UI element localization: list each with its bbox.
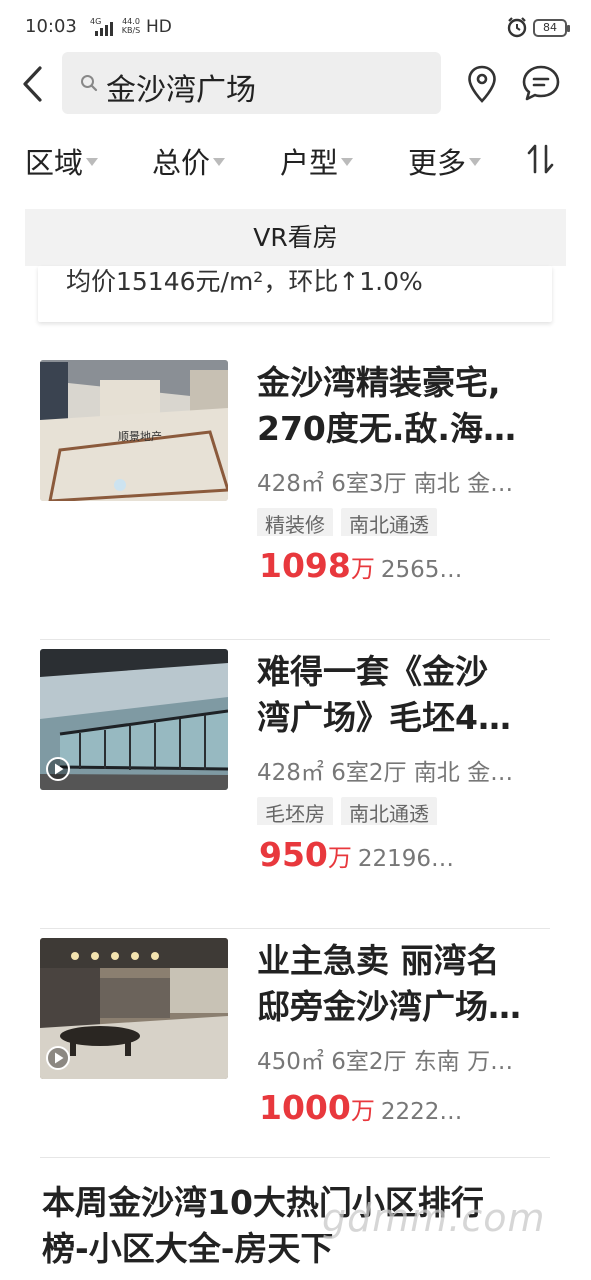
play-video-icon[interactable] xyxy=(45,756,71,782)
total-price: 1000 xyxy=(259,1088,351,1127)
total-price: 1098 xyxy=(259,546,351,585)
caret-down-icon xyxy=(469,158,482,166)
listing-title-line: 270度无.敌.海… xyxy=(257,409,516,448)
filter-layout-label: 户型 xyxy=(280,146,339,180)
back-icon[interactable] xyxy=(18,64,52,104)
listing-info: 450㎡ 6室2厅 东南 万… xyxy=(257,1049,514,1075)
listing-thumbnail xyxy=(40,649,228,790)
unit-price: 2222… xyxy=(380,1099,463,1125)
price-unit: 万 xyxy=(350,1097,375,1125)
filter-total-price[interactable]: 总价 xyxy=(152,140,226,182)
status-bar: 10:03 4G 44.0 KB/S HD 84 xyxy=(0,0,591,56)
status-time: 10:03 xyxy=(25,16,77,37)
listing-info: 428㎡ 6室3厅 南北 金… xyxy=(257,471,514,497)
signal-icon xyxy=(95,22,113,36)
price-trend-text: 均价15146元/m²，环比↑1.0% xyxy=(66,267,423,296)
caret-down-icon xyxy=(213,158,226,166)
filter-layout[interactable]: 户型 xyxy=(280,140,354,182)
price-row: 1000万 2222… xyxy=(259,1088,462,1127)
price-trend-card[interactable]: 均价15146元/m²，环比↑1.0% xyxy=(38,266,552,322)
filter-bar: 区域 总价 户型 更多 xyxy=(0,132,591,188)
listing-title: 难得一套《金沙 湾广场》毛坯4… xyxy=(257,649,550,741)
search-query: 金沙湾广场 xyxy=(106,73,256,108)
watermark: gdmm.com xyxy=(322,1196,546,1240)
listing-title-line: 湾广场》毛坯4… xyxy=(257,698,511,737)
listing-tags: 精装修 南北通透 xyxy=(257,508,445,536)
price-row: 1098万 2565… xyxy=(259,546,462,585)
price-unit: 万 xyxy=(350,555,375,583)
hd-indicator: HD xyxy=(146,17,172,37)
listing-item[interactable]: 顺景地产 金沙湾精装豪宅, 270度无.敌.海… 428㎡ 6室3厅 南北 金…… xyxy=(40,360,550,640)
tag: 南北通透 xyxy=(341,508,437,536)
listing-info: 428㎡ 6室2厅 南北 金… xyxy=(257,760,514,786)
tag: 精装修 xyxy=(257,508,333,536)
filter-region[interactable]: 区域 xyxy=(25,140,99,182)
listing-title-line: 邸旁金沙湾广场… xyxy=(257,987,521,1026)
filter-region-label: 区域 xyxy=(25,146,84,180)
listing-item[interactable]: 难得一套《金沙 湾广场》毛坯4… 428㎡ 6室2厅 南北 金… 毛坯房 南北通透… xyxy=(40,649,550,929)
listing-title-line: 难得一套《金沙 xyxy=(257,652,488,691)
unit-price: 2565… xyxy=(380,557,463,583)
speed-unit: KB/S xyxy=(121,26,141,35)
tag: 毛坯房 xyxy=(257,797,333,825)
price-unit: 万 xyxy=(327,844,352,872)
divider xyxy=(40,928,550,929)
thumbnail-caption: 顺景地产 xyxy=(118,430,162,443)
unit-price: 22196… xyxy=(357,846,455,872)
caret-down-icon xyxy=(341,158,354,166)
listing-title: 业主急卖 丽湾名 邸旁金沙湾广场… xyxy=(257,938,550,1030)
search-input[interactable]: 金沙湾广场 xyxy=(62,52,441,114)
tag: 南北通透 xyxy=(341,797,437,825)
listing-thumbnail: 顺景地产 xyxy=(40,360,228,501)
caret-down-icon xyxy=(86,158,99,166)
divider xyxy=(40,639,550,640)
listing-tags: 毛坯房 南北通透 xyxy=(257,797,445,825)
speed-value: 44.0 xyxy=(122,17,140,26)
divider xyxy=(40,1157,550,1158)
filter-total-price-label: 总价 xyxy=(152,146,211,180)
message-icon[interactable] xyxy=(521,64,561,102)
listing-item[interactable]: 业主急卖 丽湾名 邸旁金沙湾广场… 450㎡ 6室2厅 东南 万… 1000万 2… xyxy=(40,938,550,1218)
battery-indicator: 84 xyxy=(533,19,570,37)
play-video-icon[interactable] xyxy=(45,1045,71,1071)
vr-viewing-button[interactable]: VR看房 xyxy=(25,209,566,266)
sort-icon[interactable] xyxy=(526,142,556,176)
location-pin-icon[interactable] xyxy=(466,64,498,104)
search-icon xyxy=(81,75,98,92)
listing-thumbnail xyxy=(40,938,228,1079)
filter-more-label: 更多 xyxy=(408,146,467,180)
total-price: 950 xyxy=(259,835,328,874)
listing-title-line: 金沙湾精装豪宅, xyxy=(257,363,501,402)
filter-more[interactable]: 更多 xyxy=(408,140,482,182)
alarm-icon xyxy=(507,17,527,38)
listing-title: 金沙湾精装豪宅, 270度无.敌.海… xyxy=(257,360,550,452)
price-row: 950万 22196… xyxy=(259,835,454,874)
network-speed: 44.0 KB/S xyxy=(119,17,143,35)
listing-title-line: 业主急卖 丽湾名 xyxy=(257,941,500,980)
